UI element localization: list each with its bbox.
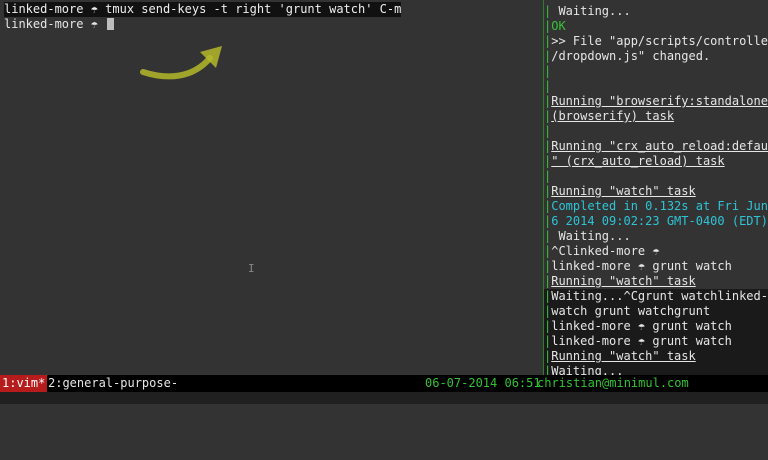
output-line: |Running "browserify:standalone" <box>544 94 768 108</box>
output-line: |" (crx_auto_reload) task <box>544 154 725 168</box>
command-text: linked-more ☂ tmux send-keys -t right 'g… <box>4 2 402 16</box>
output-line: |linked-more ☂ grunt watch <box>544 319 768 334</box>
output-line: | <box>544 169 552 183</box>
left-pane[interactable]: linked-more ☂ tmux send-keys -t right 'g… <box>0 0 543 375</box>
output-line: |^Clinked-more ☂ <box>544 244 660 258</box>
output-line: |Running "watch" task <box>544 349 768 364</box>
output-line: |/dropdown.js" changed. <box>544 49 711 63</box>
window-tab-vim[interactable]: 1:vim* <box>0 375 48 392</box>
status-user: christian@minimul.com <box>537 376 689 390</box>
output-line: |6 2014 09:02:23 GMT-0400 (EDT) - <box>544 214 768 228</box>
arrow-annotation-icon <box>140 46 222 80</box>
window-tab-general-purpose[interactable]: 2:general-purpose- <box>48 375 178 392</box>
output-line: |linked-more ☂ grunt watch <box>544 334 768 349</box>
arrow-annotation-icon <box>544 270 556 332</box>
output-line: |Running "crx_auto_reload:default <box>544 139 768 153</box>
command-line-1: linked-more ☂ tmux send-keys -t right 'g… <box>4 2 402 17</box>
output-line: |Running "watch" task <box>544 184 696 198</box>
tmux-status-bar: 1:vim* 2:general-purpose- 06-07-2014 06:… <box>0 375 768 392</box>
right-pane[interactable]: | Waiting... |OK |>> File "app/scripts/c… <box>544 0 768 375</box>
output-line: |OK <box>544 19 566 33</box>
output-line: | <box>544 64 552 78</box>
output-line: |Waiting... <box>544 364 768 375</box>
output-line: |(browserify) task <box>544 109 675 123</box>
status-datetime: 06-07-2014 06:51 <box>425 376 541 390</box>
output-line: |watch grunt watchgrunt <box>544 304 768 319</box>
output-line: |linked-more ☂ grunt watch <box>544 259 732 273</box>
output-line: | <box>544 124 552 138</box>
ibeam-cursor-icon: I <box>248 262 255 275</box>
prompt-line[interactable]: linked-more ☂ <box>4 17 115 32</box>
output-line: | Waiting... <box>544 4 631 18</box>
output-line: |Completed in 0.132s at Fri Jun 0 <box>544 199 768 213</box>
terminal-cursor <box>107 18 115 30</box>
output-line: | <box>544 79 552 93</box>
window-bottom-edge <box>0 392 768 404</box>
output-line: |Running "watch" task <box>544 274 696 288</box>
output-line: |>> File "app/scripts/controllers <box>544 34 768 48</box>
prompt-text: linked-more ☂ <box>4 17 106 31</box>
output-line: |Waiting...^Cgrunt watchlinked-mo <box>544 289 768 304</box>
output-line: | Waiting... <box>544 229 631 243</box>
